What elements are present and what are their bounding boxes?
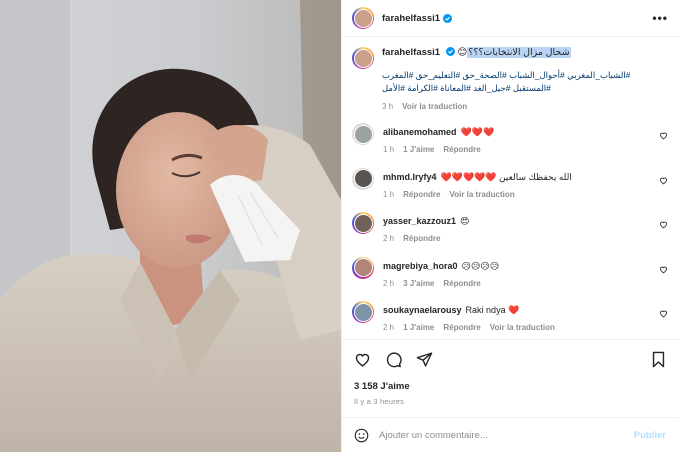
comment-text: الله يحفظك سالعين ❤️❤️❤️❤️❤️ xyxy=(440,171,572,182)
bookmark-icon[interactable] xyxy=(651,351,666,368)
comment-time: 1 h xyxy=(383,189,395,199)
comment-like-heart-icon[interactable] xyxy=(659,220,668,229)
post-timestamp: Il y a 3 heures xyxy=(354,397,405,406)
comment-likes[interactable]: 1 J'aime xyxy=(403,323,434,332)
comment-item: magrebiya_hora0 😥😥😥😥 2 h 3 J'aime Répondr… xyxy=(352,256,668,302)
verified-badge-icon xyxy=(443,13,453,23)
instagram-post: farahelfassi1 ••• farahelfassi1 😊شحال مز… xyxy=(0,0,678,452)
comment-avatar[interactable] xyxy=(352,301,374,323)
comment-item: soukaynaelarousy Raki ndya ❤️ 2 h 1 J'aim… xyxy=(352,301,668,339)
comment-translate-link[interactable]: Voir la traduction xyxy=(490,323,555,332)
comment-username[interactable]: mhmd.lryfy4 xyxy=(383,172,437,182)
comment-time: 1 h xyxy=(383,145,395,154)
comment-reply-button[interactable]: Répondre xyxy=(403,234,440,243)
comment-like-heart-icon[interactable] xyxy=(659,131,668,140)
caption-translate-link[interactable]: Voir la traduction xyxy=(402,102,467,111)
comment-like-heart-icon[interactable] xyxy=(659,265,668,274)
comment-time: 2 h xyxy=(383,323,395,332)
post-header: farahelfassi1 ••• xyxy=(342,0,678,37)
comment-like-heart-icon[interactable] xyxy=(659,309,668,318)
heart-icon[interactable] xyxy=(354,351,371,368)
comment-avatar[interactable] xyxy=(352,256,374,279)
comment-input[interactable] xyxy=(379,429,634,441)
comment-username[interactable]: alibanemohamed xyxy=(383,127,457,137)
comment-likes[interactable]: 3 J'aime xyxy=(403,279,434,288)
caption-emoji: 😊 xyxy=(457,47,468,58)
photo-woman-with-tissue xyxy=(0,0,341,452)
comment-translate-link[interactable]: Voir la traduction xyxy=(449,190,514,199)
post-caption: farahelfassi1 😊شحال مزال الانتخابات؟؟؟ #… xyxy=(352,47,668,111)
comment-likes[interactable]: 1 J'aime xyxy=(403,145,434,154)
comment-avatar[interactable] xyxy=(352,167,374,190)
comment-reply-button[interactable]: Répondre xyxy=(443,145,480,154)
comment-icon[interactable] xyxy=(385,351,402,368)
author-avatar[interactable] xyxy=(352,7,374,29)
caption-text: شحال مزال الانتخابات؟؟؟ xyxy=(467,47,571,58)
post-side-panel: farahelfassi1 ••• farahelfassi1 😊شحال مز… xyxy=(341,0,678,452)
comment-reply-button[interactable]: Répondre xyxy=(443,279,480,288)
add-comment-bar: Publier xyxy=(342,417,678,452)
more-options-icon[interactable]: ••• xyxy=(652,11,668,25)
comment-text: 😥😥😥😥 xyxy=(461,260,500,271)
caption-time: 3 h xyxy=(382,102,394,111)
comment-reply-button[interactable]: Répondre xyxy=(443,323,480,332)
comment-time: 2 h xyxy=(383,234,395,243)
caption-username[interactable]: farahelfassi1 xyxy=(382,47,440,58)
comment-text: Raki ndya ❤️ xyxy=(465,305,520,315)
comment-username[interactable]: yasser_kazzouz1 xyxy=(383,216,456,226)
comment-like-heart-icon[interactable] xyxy=(659,176,668,185)
comment-text: 😍 xyxy=(460,216,470,226)
emoji-icon[interactable] xyxy=(354,428,369,443)
comment-username[interactable]: soukaynaelarousy xyxy=(383,305,462,315)
caption-hashtags[interactable]: #الشباب_المغربي #أحوال_الشباب #الصحة_حق … xyxy=(382,69,668,95)
verified-badge-icon xyxy=(445,47,455,56)
publish-button[interactable]: Publier xyxy=(634,430,666,441)
caption-avatar[interactable] xyxy=(352,47,374,69)
comment-text: ❤️❤️❤️ xyxy=(460,127,495,137)
share-icon[interactable] xyxy=(416,351,433,368)
comment-username[interactable]: magrebiya_hora0 xyxy=(383,261,458,271)
comment-item: mhmd.lryfy4 الله يحفظك سالعين ❤️❤️❤️❤️❤️ … xyxy=(352,167,668,213)
comment-time: 2 h xyxy=(383,278,395,288)
post-actions: 3 158 J'aime Il y a 3 heures xyxy=(342,339,678,406)
comment-avatar[interactable] xyxy=(352,212,374,234)
comment-reply-button[interactable]: Répondre xyxy=(403,190,440,199)
like-count[interactable]: 3 158 J'aime xyxy=(354,381,666,392)
post-photo[interactable] xyxy=(0,0,341,452)
comment-avatar[interactable] xyxy=(352,123,374,145)
comment-item: alibanemohamed ❤️❤️❤️ 1 h 1 J'aime Répond… xyxy=(352,123,668,168)
comments-list[interactable]: farahelfassi1 😊شحال مزال الانتخابات؟؟؟ #… xyxy=(342,37,678,339)
author-username[interactable]: farahelfassi1 xyxy=(382,13,440,24)
comment-item: yasser_kazzouz1 😍 2 h Répondre xyxy=(352,212,668,257)
